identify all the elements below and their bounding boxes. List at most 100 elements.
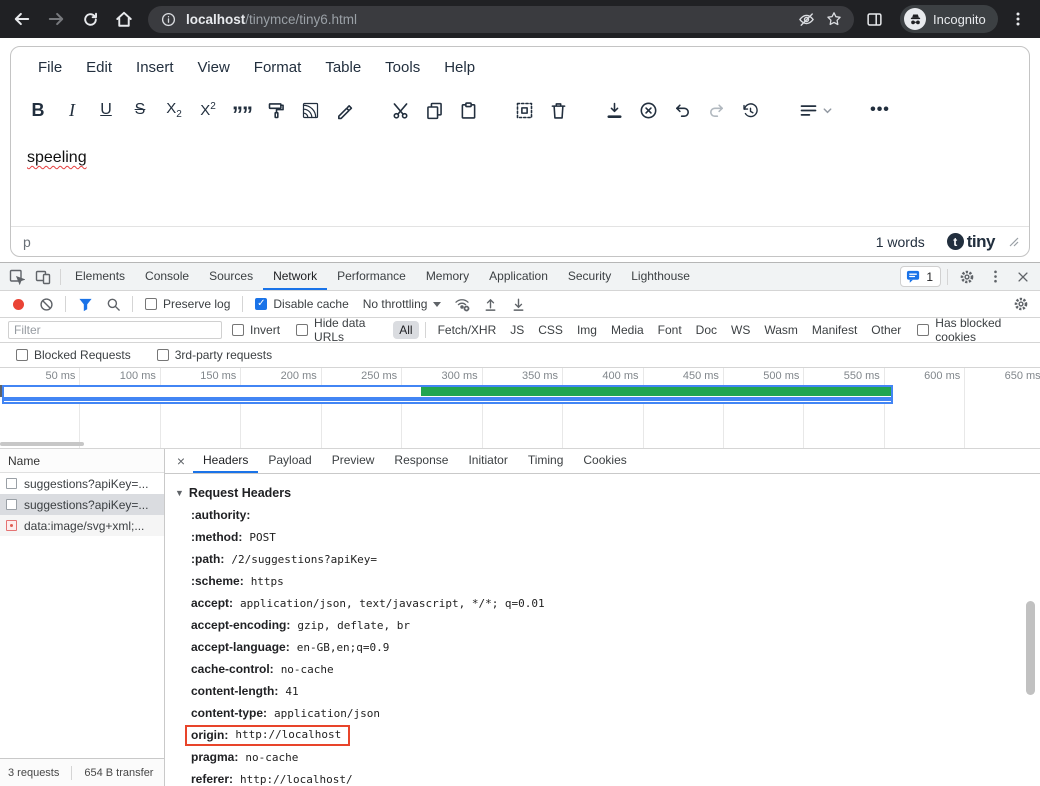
filter-type-media[interactable]: Media — [605, 321, 650, 339]
toolbar-cancel-button[interactable] — [631, 93, 665, 127]
disable-cache-control[interactable]: ✓ Disable cache — [249, 297, 354, 311]
site-info-icon[interactable] — [158, 9, 178, 29]
element-path[interactable]: p — [23, 234, 31, 250]
overview-scroll-thumb[interactable] — [0, 442, 84, 446]
menu-format[interactable]: Format — [243, 53, 313, 82]
devtools-tab-security[interactable]: Security — [558, 263, 621, 290]
devtools-menu-icon[interactable] — [982, 266, 1008, 288]
word-count[interactable]: 1 words — [876, 234, 925, 250]
filter-type-js[interactable]: JS — [504, 321, 530, 339]
toolbar-edit-image-button[interactable] — [293, 93, 327, 127]
back-icon[interactable] — [8, 5, 36, 33]
toolbar-more-options-button[interactable]: ••• — [863, 93, 897, 127]
toolbar-cut-button[interactable] — [383, 93, 417, 127]
resize-grip-icon[interactable] — [1009, 237, 1019, 247]
devtools-tab-lighthouse[interactable]: Lighthouse — [621, 263, 700, 290]
filter-type-manifest[interactable]: Manifest — [806, 321, 863, 339]
inspect-element-icon[interactable] — [4, 266, 30, 288]
devtools-tab-performance[interactable]: Performance — [327, 263, 416, 290]
toolbar-select-all-button[interactable] — [507, 93, 541, 127]
toolbar-superscript-button[interactable]: X2 — [191, 93, 225, 127]
toolbar-align-left-dropdown-button[interactable] — [789, 93, 841, 127]
filter-type-wasm[interactable]: Wasm — [758, 321, 804, 339]
forward-icon[interactable] — [42, 5, 70, 33]
filter-type-font[interactable]: Font — [652, 321, 688, 339]
devtools-tab-application[interactable]: Application — [479, 263, 558, 290]
eye-blocked-icon[interactable] — [796, 9, 816, 29]
third-party-checkbox[interactable] — [157, 349, 169, 361]
network-conditions-icon[interactable] — [449, 293, 475, 315]
browser-menu-icon[interactable] — [1004, 5, 1032, 33]
devtools-tab-elements[interactable]: Elements — [65, 263, 135, 290]
request-row[interactable]: suggestions?apiKey=... — [0, 494, 164, 515]
network-settings-icon[interactable] — [1008, 293, 1034, 315]
side-panel-icon[interactable] — [860, 5, 888, 33]
request-row[interactable]: suggestions?apiKey=... — [0, 473, 164, 494]
filter-type-doc[interactable]: Doc — [690, 321, 723, 339]
filter-type-fetch-xhr[interactable]: Fetch/XHR — [432, 321, 503, 339]
overview-waterfall-bar[interactable] — [2, 385, 893, 404]
has-blocked-cookies-checkbox[interactable] — [917, 324, 929, 336]
disable-cache-checkbox[interactable]: ✓ — [255, 298, 267, 310]
preserve-log-checkbox[interactable] — [145, 298, 157, 310]
network-overview[interactable]: 50 ms100 ms150 ms200 ms250 ms300 ms350 m… — [0, 368, 1040, 449]
has-blocked-cookies-control[interactable]: Has blocked cookies — [911, 316, 1032, 344]
details-tab-initiator[interactable]: Initiator — [458, 449, 517, 473]
filter-type-all[interactable]: All — [393, 321, 418, 339]
bookmark-star-icon[interactable] — [824, 9, 844, 29]
devtools-settings-icon[interactable] — [954, 266, 980, 288]
hide-data-urls-checkbox[interactable] — [296, 324, 308, 336]
details-tab-payload[interactable]: Payload — [258, 449, 321, 473]
blocked-requests-control[interactable]: Blocked Requests — [10, 348, 137, 362]
details-tab-headers[interactable]: Headers — [193, 449, 258, 473]
clear-icon[interactable] — [33, 293, 59, 315]
record-icon[interactable] — [13, 299, 24, 310]
devtools-close-icon[interactable] — [1010, 266, 1036, 288]
details-scrollbar-thumb[interactable] — [1026, 601, 1035, 695]
toolbar-format-painter-button[interactable] — [259, 93, 293, 127]
third-party-control[interactable]: 3rd-party requests — [151, 348, 278, 362]
address-bar[interactable]: localhost/tinymce/tiny6.html — [148, 6, 854, 33]
issues-badge[interactable]: 1 — [900, 266, 941, 287]
toolbar-restore-draft-button[interactable] — [733, 93, 767, 127]
editor-content-area[interactable]: speeling — [11, 132, 1029, 226]
toolbar-save-button[interactable] — [597, 93, 631, 127]
devtools-tab-network[interactable]: Network — [263, 263, 327, 290]
filter-funnel-icon[interactable] — [72, 293, 98, 315]
details-tab-response[interactable]: Response — [384, 449, 458, 473]
invert-checkbox[interactable] — [232, 324, 244, 336]
menu-insert[interactable]: Insert — [125, 53, 185, 82]
details-close-icon[interactable]: × — [171, 451, 191, 471]
tiny-branding[interactable]: t tiny — [947, 232, 995, 252]
toolbar-copy-button[interactable] — [417, 93, 451, 127]
export-har-icon[interactable] — [505, 293, 531, 315]
devtools-tab-sources[interactable]: Sources — [199, 263, 263, 290]
blocked-requests-checkbox[interactable] — [16, 349, 28, 361]
filter-type-img[interactable]: Img — [571, 321, 603, 339]
network-search-icon[interactable] — [100, 293, 126, 315]
toolbar-undo-button[interactable] — [665, 93, 699, 127]
import-har-icon[interactable] — [477, 293, 503, 315]
request-row[interactable]: data:image/svg+xml;... — [0, 515, 164, 536]
hide-data-urls-control[interactable]: Hide data URLs — [290, 316, 389, 344]
filter-type-other[interactable]: Other — [865, 321, 907, 339]
filter-type-css[interactable]: CSS — [532, 321, 569, 339]
menu-help[interactable]: Help — [433, 53, 486, 82]
request-headers-section[interactable]: ▼ Request Headers — [175, 482, 1040, 504]
device-toolbar-icon[interactable] — [30, 266, 56, 288]
invert-control[interactable]: Invert — [226, 323, 286, 337]
filter-input[interactable] — [8, 321, 222, 339]
devtools-tab-console[interactable]: Console — [135, 263, 199, 290]
menu-table[interactable]: Table — [314, 53, 372, 82]
incognito-badge[interactable]: Incognito — [900, 5, 998, 33]
menu-file[interactable]: File — [27, 53, 73, 82]
devtools-tab-memory[interactable]: Memory — [416, 263, 479, 290]
toolbar-paste-button[interactable] — [451, 93, 485, 127]
toolbar-remove-button[interactable] — [541, 93, 575, 127]
details-tab-timing[interactable]: Timing — [518, 449, 574, 473]
misspelled-word[interactable]: speeling — [27, 149, 87, 166]
details-tab-preview[interactable]: Preview — [322, 449, 385, 473]
menu-view[interactable]: View — [187, 53, 241, 82]
home-icon[interactable] — [110, 5, 138, 33]
toolbar-strikethrough-button[interactable]: S — [123, 93, 157, 127]
